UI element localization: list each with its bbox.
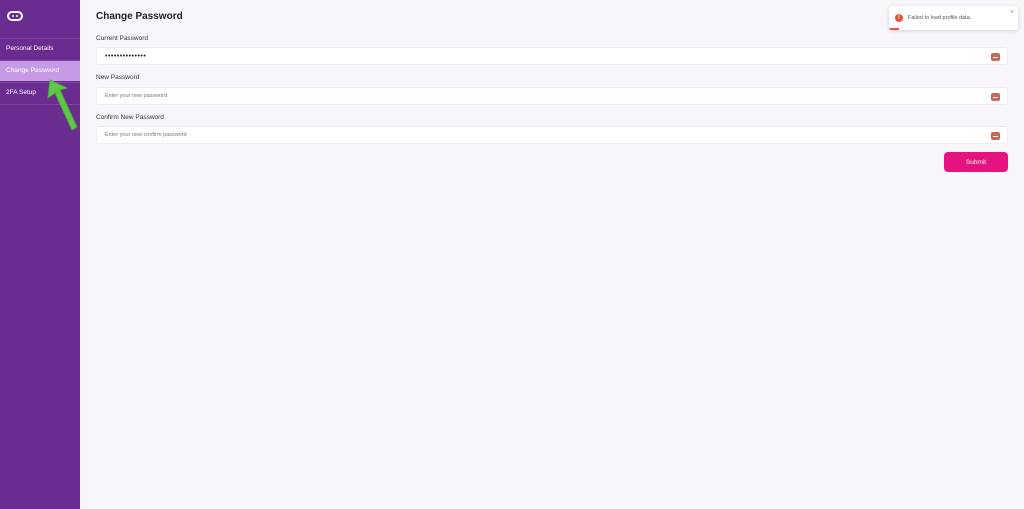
error-toast: ! Failed to load profile data. × — [889, 6, 1018, 30]
error-icon: ! — [895, 14, 903, 22]
close-icon[interactable]: × — [1010, 9, 1014, 16]
toast-message: Failed to load profile data. — [908, 15, 972, 21]
submit-button[interactable]: Submit — [944, 152, 1008, 172]
confirm-password-label: Confirm New Password — [96, 114, 164, 121]
confirm-password-input[interactable] — [105, 127, 975, 143]
eye-icon[interactable] — [991, 132, 1000, 140]
current-password-input[interactable] — [105, 48, 975, 64]
eye-icon[interactable] — [991, 93, 1000, 101]
new-password-label: New Password — [96, 74, 140, 81]
eye-icon[interactable] — [991, 53, 1000, 61]
current-password-label: Current Password — [96, 35, 149, 42]
sidebar: Personal Details Change Password 2FA Set… — [0, 0, 80, 509]
page-title: Change Password — [96, 11, 183, 22]
sidebar-item-personal-details[interactable]: Personal Details — [0, 39, 80, 59]
logo-icon[interactable] — [7, 11, 23, 21]
new-password-field — [96, 87, 1008, 105]
toast-progress-bar — [889, 28, 899, 30]
new-password-input[interactable] — [105, 88, 975, 104]
arrow-icon — [47, 79, 78, 131]
confirm-password-field — [96, 126, 1008, 144]
current-password-field — [96, 47, 1008, 65]
